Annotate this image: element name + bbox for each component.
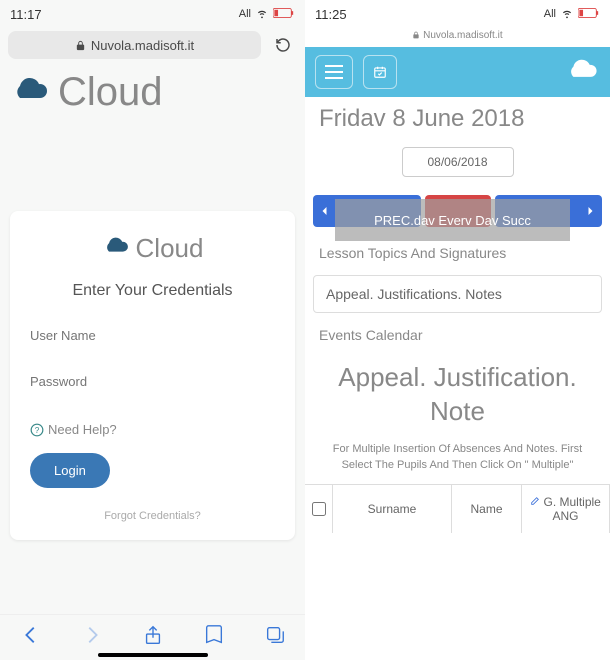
cloud-header: Cloud (0, 62, 305, 121)
tabs-icon (264, 624, 286, 646)
battery-icon (273, 7, 295, 22)
browser-bar: Nuvola.madisoft.it (0, 28, 305, 62)
svg-text:?: ? (35, 425, 40, 434)
share-button[interactable] (142, 624, 164, 651)
login-title: Cloud (136, 233, 204, 264)
status-bar: 11:25 All (305, 0, 610, 28)
forward-button[interactable] (81, 624, 103, 651)
status-time: 11:25 (315, 7, 347, 22)
date-input[interactable] (402, 147, 514, 177)
section-heading: Appeal. Justification. Note (305, 361, 610, 429)
status-carrier: All (239, 8, 251, 20)
chevron-left-icon (20, 624, 42, 646)
status-carrier: All (544, 8, 556, 20)
pupils-table-header: Surname Name G. Multiple ANG (305, 484, 610, 533)
cloud-icon (10, 75, 50, 110)
login-subtitle: Enter Your Credentials (30, 282, 275, 300)
events-calendar-link[interactable]: Events Calendar (305, 327, 610, 343)
today-button[interactable] (425, 195, 491, 227)
reload-button[interactable] (269, 31, 297, 59)
date-title: Fridav 8 June 2018 (305, 97, 610, 147)
battery-icon (578, 7, 600, 22)
menu-button[interactable] (315, 55, 353, 89)
help-icon: ? (30, 423, 44, 437)
username-input[interactable] (30, 320, 275, 352)
chevron-right-icon (81, 624, 103, 646)
password-input[interactable] (30, 366, 275, 398)
col-surname[interactable]: Surname (333, 485, 452, 533)
cloud-icon (102, 236, 130, 261)
lock-icon (412, 31, 420, 39)
wifi-icon (255, 6, 269, 23)
cloud-icon (564, 58, 600, 87)
edit-icon (530, 496, 540, 506)
tabs-button[interactable] (264, 624, 286, 651)
reload-icon (274, 36, 292, 54)
wifi-icon (560, 6, 574, 23)
forgot-link[interactable]: Forgot Credentials? (30, 510, 275, 522)
select-all-checkbox[interactable] (305, 485, 333, 533)
url-box[interactable]: Nuvola.madisoft.it (8, 31, 261, 59)
login-card: Cloud Enter Your Credentials ? Need Help… (10, 211, 295, 540)
mini-url[interactable]: Nuvola.madisoft.it (305, 28, 610, 47)
bookmarks-button[interactable] (203, 624, 225, 651)
lock-icon (75, 40, 86, 51)
share-icon (142, 624, 164, 646)
description: For Multiple Insertion Of Absences And N… (305, 441, 610, 474)
col-name[interactable]: Name (452, 485, 522, 533)
appeal-box[interactable]: Appeal. Justifications. Notes (313, 275, 602, 313)
book-icon (203, 624, 225, 646)
login-button[interactable]: Login (30, 453, 110, 488)
col-multiple[interactable]: G. Multiple ANG (522, 485, 610, 533)
status-bar: 11:17 All (0, 0, 305, 28)
prev-day-button[interactable] (313, 195, 421, 227)
home-indicator (98, 653, 208, 657)
top-nav (305, 47, 610, 97)
calendar-button[interactable] (363, 55, 397, 89)
day-nav (305, 195, 610, 227)
status-time: 11:17 (10, 7, 42, 22)
calendar-check-icon (373, 65, 387, 79)
page-title: Cloud (58, 70, 163, 115)
arrow-left-icon (319, 205, 331, 217)
help-link[interactable]: ? Need Help? (30, 422, 275, 437)
lesson-topics-link[interactable]: Lesson Topics And Signatures (305, 245, 610, 261)
next-day-button[interactable] (495, 195, 603, 227)
back-button[interactable] (20, 624, 42, 651)
url-text: Nuvola.madisoft.it (91, 38, 194, 53)
arrow-right-icon (584, 205, 596, 217)
